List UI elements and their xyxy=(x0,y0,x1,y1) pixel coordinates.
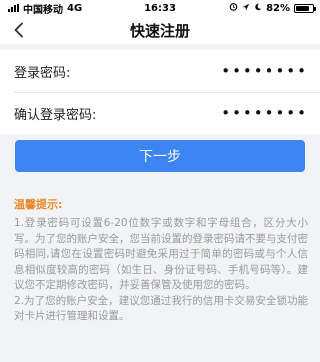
status-right: 82% xyxy=(229,2,316,14)
moon-icon xyxy=(254,3,262,14)
confirm-password-input[interactable] xyxy=(198,104,308,122)
login-password-row: 登录密码: xyxy=(0,50,320,92)
login-password-label: 登录密码: xyxy=(14,65,71,81)
carrier-name: 中国移动 xyxy=(23,4,63,16)
confirm-password-label: 确认登录密码: xyxy=(14,107,97,123)
tips-section: 温馨提示: 1.登录密码可设置6-20位数字或数字和字母组合，区分大小写。为了您… xyxy=(14,196,308,325)
status-left: 中国移动 4G xyxy=(8,1,82,16)
battery-fill xyxy=(296,5,310,11)
status-time: 16:33 xyxy=(144,3,176,14)
page-title: 快速注册 xyxy=(129,21,190,40)
password-form: 登录密码: 确认登录密码: xyxy=(0,50,320,134)
login-password-input[interactable] xyxy=(198,62,308,80)
chevron-left-icon[interactable] xyxy=(10,21,28,39)
signal-icon xyxy=(8,4,19,12)
status-bar: 中国移动 4G 16:33 82% xyxy=(0,0,320,16)
tips-paragraph-2: 2.为了您的账户安全，建议您通过我行的信用卡交易安全锁功能对卡片进行管理和设置。 xyxy=(14,294,308,323)
network-type: 4G xyxy=(67,2,83,14)
nav-bar: 快速注册 xyxy=(0,16,320,44)
tips-paragraph-1: 1.登录密码可设置6-20位数字或数字和字母组合，区分大小写。为了您的账户安全，… xyxy=(14,217,308,291)
location-icon xyxy=(242,3,250,14)
confirm-password-row: 确认登录密码: xyxy=(0,92,320,134)
battery-percent: 82% xyxy=(266,2,290,14)
tips-title: 温馨提示: xyxy=(14,198,63,211)
alarm-icon xyxy=(229,2,238,14)
battery-icon xyxy=(294,3,316,13)
next-step-button[interactable]: 下一步 xyxy=(15,140,305,172)
